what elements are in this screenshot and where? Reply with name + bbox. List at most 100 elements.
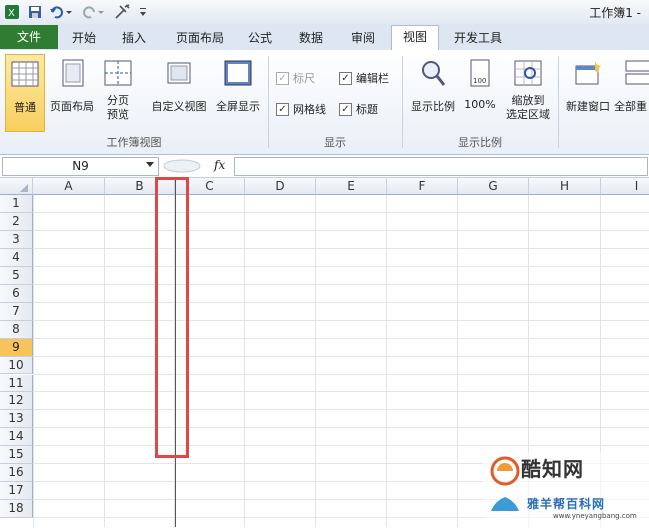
tab-page-layout[interactable]: 页面布局: [166, 27, 234, 49]
zoom-selection-icon: [513, 58, 543, 88]
zoom-button[interactable]: 显示比例: [406, 54, 460, 130]
grid-column-line: [315, 195, 316, 527]
row-header[interactable]: 1: [0, 195, 33, 213]
watermark: 酷知网 雅羊帮百科网 www.yneyangbang.com: [483, 453, 649, 527]
row-header[interactable]: 9: [0, 338, 33, 357]
window-title: 工作簿1 -: [589, 6, 641, 20]
grid-column-line: [386, 195, 387, 527]
row-header[interactable]: 7: [0, 302, 33, 321]
formula-bar: N9 fx: [0, 155, 649, 178]
grid-row-line: [33, 301, 649, 303]
tools-icon[interactable]: [112, 3, 134, 21]
grid-column-line: [33, 195, 34, 527]
row-header[interactable]: 5: [0, 266, 33, 285]
grid-column-line: [104, 195, 105, 527]
grid-row-line: [33, 265, 649, 267]
grid-row-line: [33, 373, 649, 375]
insert-function-icon[interactable]: fx: [214, 158, 225, 172]
arrange-all-icon: [622, 58, 649, 88]
row-header[interactable]: 18: [0, 500, 33, 519]
row-header[interactable]: 14: [0, 428, 33, 447]
row-header[interactable]: 12: [0, 392, 33, 411]
formula-input[interactable]: [234, 157, 648, 176]
title-bar: X 工作簿1 -: [0, 0, 649, 25]
ribbon-divider: [558, 56, 559, 148]
row-header[interactable]: 17: [0, 482, 33, 501]
formula-bar-grip[interactable]: [162, 158, 202, 174]
tab-formulas[interactable]: 公式: [238, 27, 282, 49]
watermark-brand-2: 雅羊帮百科网: [527, 497, 606, 511]
save-icon[interactable]: [26, 3, 44, 21]
page-layout-view-button[interactable]: 页面布局: [46, 54, 98, 130]
tab-developer[interactable]: 开发工具: [446, 27, 510, 49]
zoom-to-selection-button[interactable]: 缩放到 选定区域: [500, 54, 556, 130]
column-header[interactable]: H: [529, 178, 601, 195]
full-screen-icon: [223, 58, 253, 88]
zoom-100-button[interactable]: 100 100%: [462, 54, 498, 130]
svg-text:100: 100: [473, 77, 486, 85]
gridlines-checkbox[interactable]: ✓ 网格线: [276, 101, 326, 117]
excel-logo-icon: X: [3, 3, 21, 21]
row-header[interactable]: 3: [0, 230, 33, 249]
column-header[interactable]: E: [316, 178, 387, 195]
formula-bar-checkbox[interactable]: ✓ 编辑栏: [339, 70, 389, 86]
row-header[interactable]: 4: [0, 248, 33, 267]
tab-view[interactable]: 视图: [391, 25, 439, 51]
name-box[interactable]: N9: [2, 157, 159, 176]
group-label-zoom: 显示比例: [458, 136, 502, 149]
arrange-all-button[interactable]: 全部重: [614, 54, 649, 130]
row-header[interactable]: 11: [0, 374, 33, 393]
undo-icon[interactable]: [48, 3, 74, 21]
tab-review[interactable]: 审阅: [341, 27, 385, 49]
row-header[interactable]: 2: [0, 212, 33, 231]
headings-checkbox[interactable]: ✓ 标题: [339, 101, 378, 117]
row-header[interactable]: 15: [0, 446, 33, 465]
tab-insert[interactable]: 插入: [112, 27, 156, 49]
column-header[interactable]: D: [245, 178, 316, 195]
name-box-dropdown-icon[interactable]: [146, 158, 154, 173]
svg-text:X: X: [8, 8, 15, 19]
grid-row-line: [33, 445, 649, 447]
page-layout-icon: [57, 58, 87, 88]
row-header[interactable]: 13: [0, 410, 33, 429]
customize-toolbar-icon[interactable]: [136, 3, 150, 21]
grid-row-line: [33, 409, 649, 411]
row-header[interactable]: 6: [0, 284, 33, 303]
highlight-box: [155, 177, 189, 458]
group-label-workbook-views: 工作簿视图: [106, 136, 162, 149]
tab-home[interactable]: 开始: [62, 27, 106, 49]
redo-icon[interactable]: [80, 3, 106, 21]
row-header[interactable]: 8: [0, 320, 33, 339]
normal-view-button[interactable]: 普通: [5, 54, 45, 132]
new-window-icon: [573, 58, 603, 88]
select-all-corner[interactable]: [0, 178, 33, 195]
full-screen-button[interactable]: 全屏显示: [212, 54, 264, 130]
formula-bar-check: ✓: [339, 71, 352, 85]
column-header[interactable]: I: [601, 178, 649, 195]
grid-row-line: [33, 229, 649, 231]
row-header[interactable]: 10: [0, 356, 33, 375]
zoom-100-icon: 100: [465, 58, 495, 88]
magnifier-icon: [418, 58, 448, 88]
new-window-button[interactable]: 新建窗口: [562, 54, 614, 130]
grid-row-line: [33, 337, 649, 339]
tab-data[interactable]: 数据: [289, 27, 333, 49]
column-header[interactable]: G: [458, 178, 529, 195]
headings-check: ✓: [339, 102, 352, 116]
column-header[interactable]: A: [33, 178, 105, 195]
tab-file[interactable]: 文件: [0, 25, 58, 49]
gridlines-check: ✓: [276, 102, 289, 116]
grid-column-line: [244, 195, 245, 527]
ribbon-tabs: 文件 开始 插入 页面布局 公式 数据 审阅 视图 开发工具: [0, 24, 649, 51]
normal-view-icon: [10, 59, 40, 89]
ruler-check: ✓: [276, 71, 289, 85]
grid-row-line: [33, 355, 649, 357]
group-label-show: 显示: [324, 136, 346, 149]
page-break-icon: [103, 58, 133, 88]
ribbon: 普通 页面布局 分页 预览 自定义视图 全屏显示 工作簿视图 ✓ 标尺 ✓ 编辑栏 ✓…: [0, 50, 649, 155]
page-break-preview-button[interactable]: 分页 预览: [100, 54, 136, 130]
row-header[interactable]: 16: [0, 464, 33, 483]
custom-views-button[interactable]: 自定义视图: [148, 54, 210, 130]
ruler-checkbox[interactable]: ✓ 标尺: [276, 70, 315, 86]
column-header[interactable]: F: [387, 178, 458, 195]
